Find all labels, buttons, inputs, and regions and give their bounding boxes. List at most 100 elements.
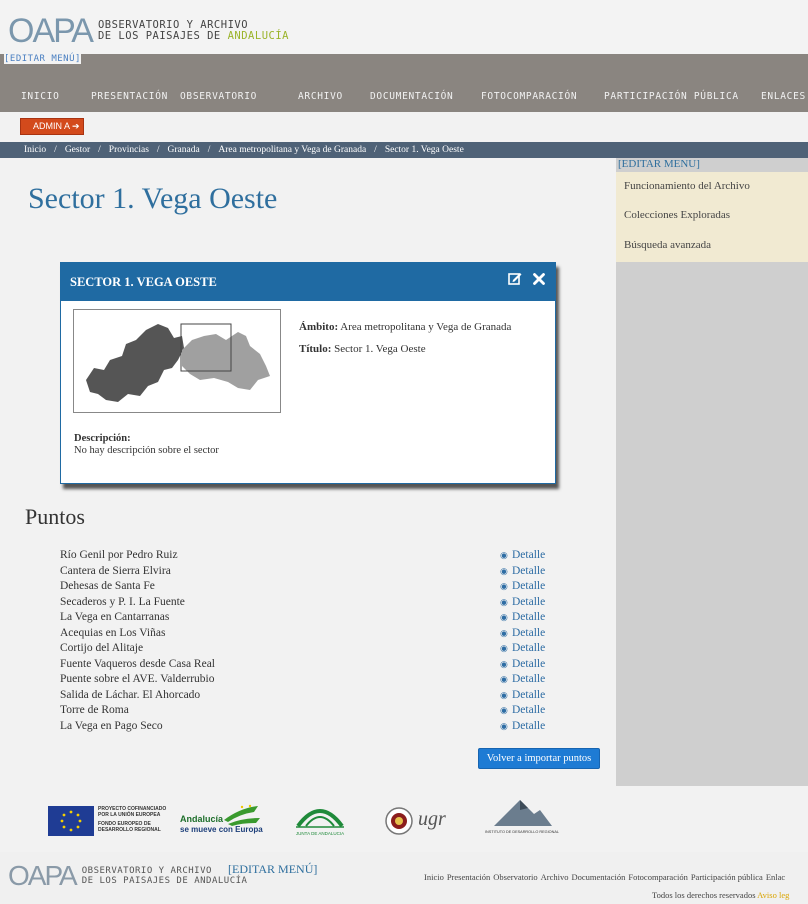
punto-name: La Vega en Cantarranas [60, 611, 170, 623]
nav-item-archivo[interactable]: ARCHIVO [298, 91, 343, 102]
junta-andalucia-logo: JUNTA DE ANDALUCIA [290, 800, 350, 844]
nav-item-presentacion[interactable]: PRESENTACIÓN [91, 91, 168, 102]
aviso-legal-link[interactable]: Aviso leg [757, 890, 789, 900]
detalle-link[interactable]: ◉ Detalle [500, 564, 545, 579]
nav-item-participacion[interactable]: PARTICIPACIÓN PÚBLICA [604, 91, 739, 102]
descripcion: Descripción: No hay descripción sobre el… [74, 433, 219, 456]
punto-name: Torre de Roma [60, 704, 129, 716]
sidebar-item-funcionamiento[interactable]: Funcionamiento del Archivo [624, 180, 750, 192]
eye-icon: ◉ [500, 674, 508, 684]
ugr-logo: ugr [384, 806, 460, 836]
punto-row: Dehesas de Santa Fe ◉ Detalle [60, 579, 570, 595]
footer-logo[interactable]: OAPA OBSERVATORIO Y ARCHIVO DE LOS PAISA… [8, 862, 247, 890]
detalle-link[interactable]: ◉ Detalle [500, 703, 545, 718]
admin-button[interactable]: ADMIN A ➔ [20, 118, 84, 135]
detalle-link[interactable]: ◉ Detalle [500, 610, 545, 625]
sidebar-edit-menu[interactable]: [EDITAR MENU] [618, 158, 700, 170]
puntos-list: Río Genil por Pedro Ruiz ◉ Detalle Cantera … [60, 548, 570, 734]
eye-icon: ◉ [500, 689, 508, 700]
idr-logo: INSTITUTO DE DESARROLLO REGIONAL [484, 798, 560, 844]
punto-row: Río Genil por Pedro Ruiz ◉ Detalle [60, 548, 570, 564]
detalle-label: Detalle [512, 595, 546, 608]
footer-link[interactable]: Inicio [424, 872, 444, 882]
footer-edit-menu[interactable]: [EDITAR MENÚ] [228, 862, 317, 877]
detalle-link[interactable]: ◉ Detalle [500, 579, 545, 594]
arrow-right-icon: ➔ [72, 121, 80, 131]
detalle-label: Detalle [512, 704, 546, 716]
logo-mark: OAPA [8, 12, 94, 50]
admin-bar: ADMIN A ➔ [0, 112, 808, 142]
partner-logos: PROYECTO COFINANCIADO POR LA UNIÓN EUROPE… [0, 786, 808, 856]
footer-link[interactable]: Archivo [541, 872, 569, 882]
detalle-label: Detalle [512, 626, 546, 639]
eye-icon: ◉ [500, 720, 508, 731]
nav-item-observatorio[interactable]: OBSERVATORIO [180, 91, 257, 102]
eye-icon: ◉ [500, 627, 508, 638]
detalle-label: Detalle [512, 657, 546, 670]
sidebar-item-busqueda[interactable]: Búsqueda avanzada [624, 239, 711, 251]
eu-logo [48, 806, 94, 836]
footer-link[interactable]: Observatorio [493, 872, 537, 882]
detalle-link[interactable]: ◉ Detalle [500, 719, 545, 734]
eye-icon: ◉ [500, 658, 508, 669]
footer-links: Inicio Presentación Observatorio Archivo Doc… [424, 872, 788, 882]
breadcrumb-provincias[interactable]: Provincias [109, 145, 149, 155]
detalle-link[interactable]: ◉ Detalle [500, 657, 545, 672]
punto-row: Puente sobre el AVE. Valderrubio ◉ Detalle [60, 672, 570, 688]
breadcrumb-granada[interactable]: Granada [168, 145, 200, 155]
nav-item-fotocomparacion[interactable]: FOTOCOMPARACIÓN [481, 91, 577, 102]
nav-item-inicio[interactable]: INICIO [21, 91, 60, 102]
detalle-label: Detalle [512, 549, 546, 561]
edit-icon[interactable] [507, 273, 526, 289]
detalle-link[interactable]: ◉ Detalle [500, 548, 545, 563]
site-logo[interactable]: OAPA OBSERVATORIO Y ARCHIVO DE LOS PAISA… [8, 14, 289, 48]
detalle-link[interactable]: ◉ Detalle [500, 595, 545, 610]
close-icon[interactable] [533, 273, 545, 289]
card-title: SECTOR 1. VEGA OESTE [70, 275, 217, 289]
breadcrumb: Inicio / Gestor / Provincias / Granada / Area me… [0, 142, 808, 158]
footer-link[interactable]: Documentación [572, 872, 626, 882]
detalle-label: Detalle [512, 564, 546, 577]
detalle-link[interactable]: ◉ Detalle [500, 672, 545, 687]
titulo-row: Título: Sector 1. Vega Oeste [299, 343, 426, 355]
punto-name: Fuente Vaqueros desde Casa Real [60, 657, 215, 670]
punto-name: Río Genil por Pedro Ruiz [60, 549, 178, 561]
detalle-link[interactable]: ◉ Detalle [500, 688, 545, 703]
footer-link[interactable]: Presentación [447, 872, 490, 882]
punto-row: Cantera de Sierra Elvira ◉ Detalle [60, 564, 570, 580]
sector-info: Ámbito: Area metropolitana y Vega de Gra… [299, 321, 549, 365]
eye-icon: ◉ [500, 705, 508, 715]
breadcrumb-current: Sector 1. Vega Oeste [384, 145, 464, 155]
footer-link[interactable]: Fotocomparación [628, 872, 687, 882]
punto-row: Torre de Roma ◉ Detalle [60, 703, 570, 719]
footer-logo-text: OBSERVATORIO Y ARCHIVO DE LOS PAISAJES D… [81, 866, 248, 886]
footer-link[interactable]: Enlac [766, 872, 785, 882]
sector-card: SECTOR 1. VEGA OESTE Ámbito: Area metrop… [60, 262, 556, 484]
sidebar-menu: Funcionamiento del Archivo Colecciones E… [616, 172, 808, 262]
punto-row: Salida de Láchar. El Ahorcado ◉ Detalle [60, 688, 570, 704]
detalle-link[interactable]: ◉ Detalle [500, 641, 545, 656]
reimport-points-button[interactable]: Volver a importar puntos [478, 748, 600, 769]
punto-name: La Vega en Pago Seco [60, 719, 163, 732]
detalle-link[interactable]: ◉ Detalle [500, 626, 545, 641]
nav-item-documentacion[interactable]: DOCUMENTACIÓN [370, 91, 453, 102]
eye-icon: ◉ [500, 565, 508, 576]
punto-row: Cortijo del Alitaje ◉ Detalle [60, 641, 570, 657]
breadcrumb-area[interactable]: Area metropolitana y Vega de Granada [218, 145, 366, 155]
edit-menu-link-top[interactable]: [EDITAR MENÚ] [4, 54, 81, 64]
detalle-label: Detalle [512, 580, 546, 592]
punto-name: Cortijo del Alitaje [60, 642, 144, 654]
sidebar-item-colecciones[interactable]: Colecciones Exploradas [624, 209, 730, 221]
punto-name: Salida de Láchar. El Ahorcado [60, 688, 201, 701]
andalucia-europa-logo: Andalucía se mueve con Europa [180, 804, 264, 840]
breadcrumb-gestor[interactable]: Gestor [65, 145, 90, 155]
detalle-label: Detalle [512, 688, 546, 701]
nav-item-enlaces[interactable]: ENLACES [761, 91, 806, 102]
breadcrumb-inicio[interactable]: Inicio [24, 145, 46, 155]
main-nav: INICIO PRESENTACIÓN OBSERVATORIO ARCHIVO… [0, 54, 808, 112]
footer-link[interactable]: Participación pública [691, 872, 763, 882]
site-header: OAPA OBSERVATORIO Y ARCHIVO DE LOS PAISA… [0, 0, 808, 54]
eye-icon: ◉ [500, 612, 508, 622]
ambito-row: Ámbito: Area metropolitana y Vega de Gra… [299, 321, 512, 333]
footer-rights: Todos los derechos reservados Aviso leg [652, 890, 790, 900]
